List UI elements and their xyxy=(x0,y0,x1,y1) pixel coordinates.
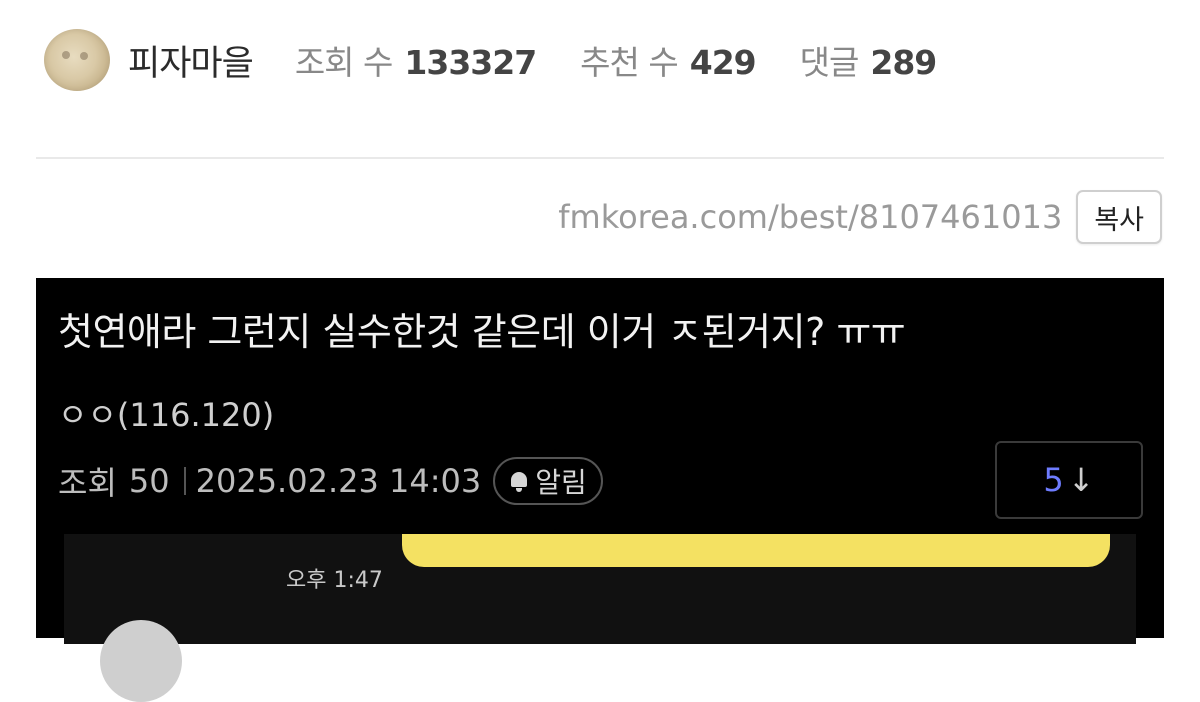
embedded-post-datetime: 2025.02.23 14:03 xyxy=(195,462,482,500)
bell-icon xyxy=(509,470,529,492)
recommend-count: 429 xyxy=(689,43,757,82)
chat-preview: 오후 1:47 xyxy=(64,534,1136,702)
comments-count: 289 xyxy=(870,43,937,82)
alarm-label: 알림 xyxy=(535,466,587,499)
alarm-button[interactable]: 알림 xyxy=(493,457,603,505)
recommend-label: 추천 수 xyxy=(580,43,679,82)
post-link-row: fmkorea.com/best/8107461013 복사 xyxy=(558,190,1162,244)
chat-bubble xyxy=(402,534,1110,567)
chat-time: 오후 1:47 xyxy=(286,568,383,593)
arrow-down-icon: ↓ xyxy=(1067,461,1095,499)
views-stat: 조회 수 133327 xyxy=(294,36,537,84)
recommend-stat: 추천 수 429 xyxy=(580,36,757,84)
views-count: 133327 xyxy=(404,43,537,82)
comment-jump-button[interactable]: 5 ↓ xyxy=(995,441,1143,519)
copy-url-button[interactable]: 복사 xyxy=(1076,190,1162,244)
embedded-post-author: ㅇㅇ(116.120) xyxy=(58,396,275,434)
chat-avatar xyxy=(100,620,182,702)
meta-separator xyxy=(183,467,186,495)
author-nickname[interactable]: 피자마을 xyxy=(128,35,254,86)
post-url[interactable]: fmkorea.com/best/8107461013 xyxy=(558,198,1062,236)
post-header: 피자마을 조회 수 133327 추천 수 429 댓글 289 xyxy=(44,28,938,92)
embedded-post-title: 첫연애라 그런지 실수한것 같은데 이거 ㅈ된거지? ㅠㅠ xyxy=(58,310,906,354)
author-avatar[interactable] xyxy=(44,29,110,91)
comments-stat: 댓글 289 xyxy=(799,36,938,84)
views-label: 조회 수 xyxy=(294,43,394,82)
embedded-views-label: 조회 xyxy=(58,464,117,502)
embedded-post-meta: 조회 50 2025.02.23 14:03 알림 xyxy=(58,457,603,505)
header-divider xyxy=(36,157,1164,159)
embedded-screenshot: 첫연애라 그런지 실수한것 같은데 이거 ㅈ된거지? ㅠㅠ ㅇㅇ(116.120… xyxy=(36,278,1164,702)
embedded-views-count: 50 xyxy=(128,462,170,500)
comment-jump-count: 5 xyxy=(1043,461,1064,499)
comments-label: 댓글 xyxy=(799,43,860,82)
